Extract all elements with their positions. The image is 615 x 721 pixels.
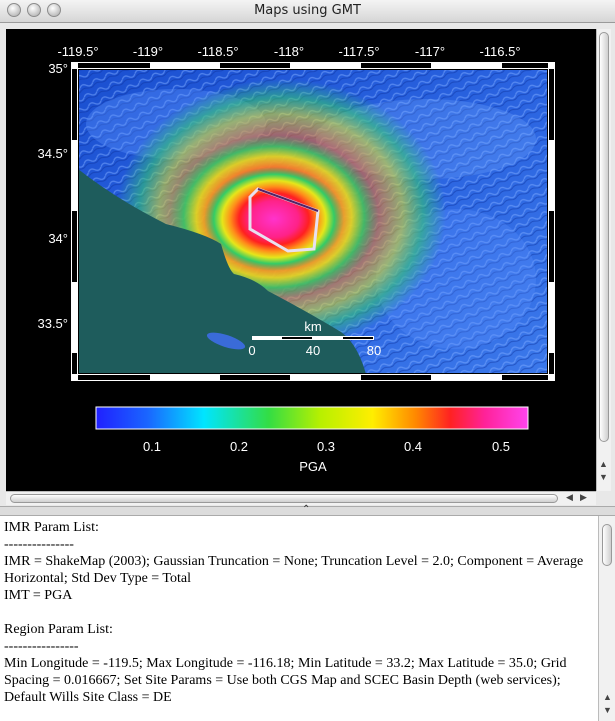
window-title: Maps using GMT xyxy=(254,3,361,18)
colorbar-tick: 0.2 xyxy=(230,439,248,454)
lat-tick-label: 34.5° xyxy=(37,146,68,161)
title-bar: Maps using GMT xyxy=(0,0,615,23)
scroll-down-arrow[interactable]: ▼ xyxy=(603,705,612,715)
text-vertical-scrollbar[interactable]: ▲ ▼ xyxy=(598,516,615,721)
lon-tick-label: -117.5° xyxy=(338,44,379,59)
lat-tick-label: 34° xyxy=(48,231,68,246)
lon-tick-label: -116.5° xyxy=(479,44,520,59)
lon-tick-label: -117° xyxy=(415,44,445,59)
scroll-thumb[interactable] xyxy=(10,494,558,503)
lat-tick-label: 35° xyxy=(48,61,68,76)
scroll-thumb[interactable] xyxy=(602,524,612,566)
scroll-thumb[interactable] xyxy=(599,32,609,442)
pga-colorbar xyxy=(95,406,529,430)
parameter-info-text: IMR Param List: --------------- IMR = Sh… xyxy=(4,520,584,705)
map-horizontal-scrollbar[interactable]: ◀ ▶ xyxy=(6,491,596,505)
colorbar-tick: 0.3 xyxy=(317,439,335,454)
chevron-up-icon[interactable]: ⌃ xyxy=(302,504,310,515)
lat-tick-label: 33.5° xyxy=(37,316,68,331)
lon-tick-label: -118° xyxy=(274,44,304,59)
lon-tick-label: -118.5° xyxy=(197,44,238,59)
map-vertical-scrollbar[interactable]: ▲ ▼ xyxy=(596,29,611,491)
scroll-up-arrow[interactable]: ▲ xyxy=(603,692,612,702)
scroll-left-arrow[interactable]: ◀ xyxy=(566,492,573,503)
scroll-down-arrow[interactable]: ▼ xyxy=(599,472,608,482)
colorbar-label: PGA xyxy=(299,459,327,474)
colorbar-tick: 0.4 xyxy=(404,439,422,454)
scale-label: 40 xyxy=(306,343,320,358)
scroll-right-arrow[interactable]: ▶ xyxy=(580,492,587,503)
scale-unit: km xyxy=(304,319,321,334)
scale-label: 80 xyxy=(367,343,381,358)
colorbar-tick: 0.1 xyxy=(143,439,161,454)
scale-label: 0 xyxy=(248,343,255,358)
colorbar-tick: 0.5 xyxy=(492,439,510,454)
split-pane-divider[interactable]: ⌃ xyxy=(0,504,615,516)
info-text-area[interactable]: IMR Param List: --------------- IMR = Sh… xyxy=(0,516,598,721)
scroll-up-arrow[interactable]: ▲ xyxy=(599,459,608,469)
map-panel: -119.5° -119° -118.5° -118° -117.5° -117… xyxy=(6,29,596,491)
lon-tick-label: -119.5° xyxy=(57,44,98,59)
gmt-map: -119.5° -119° -118.5° -118° -117.5° -117… xyxy=(37,44,555,474)
lon-tick-label: -119° xyxy=(133,44,163,59)
